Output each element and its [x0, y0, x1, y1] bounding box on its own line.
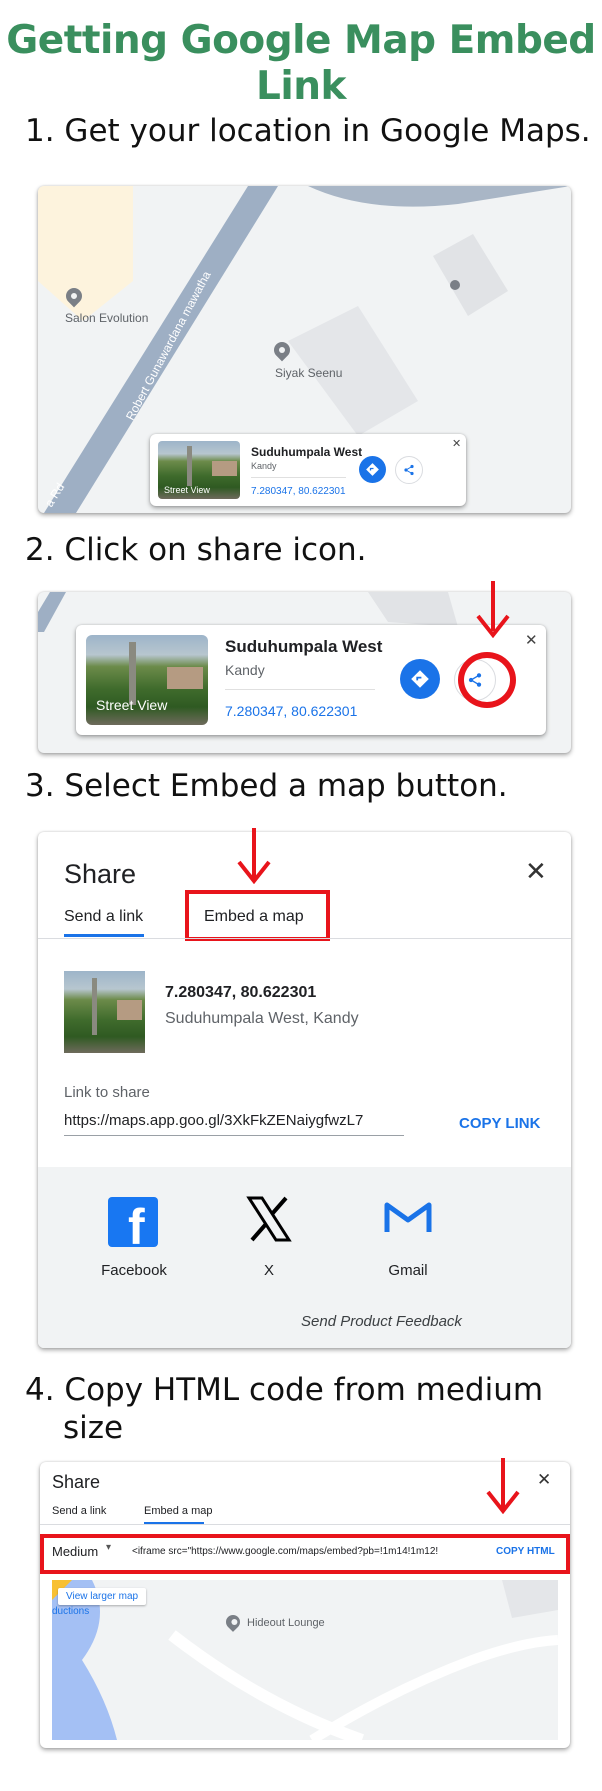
highlight-box [185, 890, 330, 941]
close-icon[interactable]: ✕ [525, 856, 547, 887]
gmail-label[interactable]: Gmail [371, 1262, 445, 1279]
road-shape [38, 592, 66, 632]
place-photo [64, 971, 145, 1053]
close-icon[interactable]: ✕ [537, 1470, 551, 1490]
chevron-down-icon[interactable]: ▾ [106, 1542, 111, 1553]
building-shape [368, 592, 458, 627]
place-area: Kandy [251, 461, 277, 471]
step-4-label-line2: size [63, 1410, 124, 1446]
x-icon[interactable] [245, 1195, 293, 1243]
step-4-label-line1: 4. Copy HTML code from medium [25, 1372, 544, 1408]
tab-embed-map[interactable]: Embed a map [144, 1505, 212, 1517]
share-link-field[interactable] [64, 1112, 404, 1136]
directions-button[interactable] [359, 456, 386, 483]
highlight-circle [458, 652, 516, 708]
building-shape [502, 1580, 558, 1618]
dialog-title: Share [64, 859, 137, 889]
tab-send-link[interactable]: Send a link [52, 1505, 106, 1517]
view-larger-map-label[interactable]: View larger map [66, 1591, 138, 1602]
copy-link-button[interactable]: COPY LINK [459, 1115, 540, 1132]
active-tab-indicator [64, 934, 144, 937]
street-view-label[interactable]: Street View [96, 697, 167, 713]
coordinates[interactable]: 7.280347, 80.622301 [225, 703, 357, 719]
share-dialog: Share ✕ Send a link Embed a map 7.280347… [38, 832, 571, 1348]
water-area [308, 186, 571, 207]
map-screenshot-1: Robert Gunawardana mawatha a Rd Salon Ev… [38, 186, 571, 513]
place-name: Suduhumpala West [251, 445, 363, 459]
gmail-icon[interactable] [384, 1199, 432, 1235]
place-area: Kandy [225, 662, 265, 678]
park-area [38, 186, 133, 321]
poi-icon[interactable] [450, 280, 460, 290]
step-2-label: 2. Click on share icon. [25, 532, 367, 568]
facebook-icon[interactable]: f [108, 1197, 158, 1247]
place-label[interactable]: Hideout Lounge [247, 1617, 325, 1629]
link-label: Link to share [64, 1084, 150, 1101]
place-label[interactable]: Siyak Seenu [275, 366, 342, 380]
coordinates[interactable]: 7.280347, 80.622301 [251, 486, 346, 497]
copy-html-button[interactable]: COPY HTML [496, 1546, 555, 1557]
share-place-name: Suduhumpala West, Kandy [165, 1010, 359, 1027]
divider [251, 477, 346, 478]
tabs-divider [38, 938, 571, 939]
directions-icon [366, 463, 379, 476]
share-footer: f Facebook X Gmail Send Product Feedback [38, 1167, 571, 1348]
tab-send-link[interactable]: Send a link [64, 908, 143, 926]
street-view-label[interactable]: Street View [164, 485, 210, 495]
arrow-down-icon [476, 614, 510, 638]
place-card-small: Street View Suduhumpala West Kandy 7.280… [150, 434, 466, 506]
road-shape [309, 1635, 558, 1740]
x-label[interactable]: X [239, 1262, 299, 1279]
step-3-label: 3. Select Embed a map button. [25, 768, 508, 804]
close-icon[interactable]: ✕ [525, 631, 538, 649]
iframe-code-field[interactable]: <iframe src="https://www.google.com/maps… [132, 1546, 438, 1557]
place-photo[interactable]: Street View [158, 441, 240, 499]
divider [225, 689, 375, 690]
place-photo[interactable]: Street View [86, 635, 208, 725]
map-edge-label: ductions [52, 1606, 90, 1617]
embed-map-preview[interactable]: View larger map ductions Hideout Lounge [52, 1580, 558, 1740]
facebook-label[interactable]: Facebook [96, 1262, 172, 1279]
building-shape [433, 234, 508, 316]
close-icon[interactable]: ✕ [452, 437, 461, 450]
page-title: Getting Google Map Embed Link [6, 18, 596, 109]
directions-icon [411, 670, 429, 688]
place-name: Suduhumpala West [225, 637, 383, 656]
tabs-divider [40, 1524, 570, 1525]
arrow-down-icon [237, 860, 271, 884]
step-1-label: 1. Get your location in Google Maps. [25, 113, 591, 149]
dialog-title: Share [52, 1472, 101, 1492]
view-larger-map-link[interactable]: View larger map [58, 1588, 147, 1605]
place-label[interactable]: Salon Evolution [65, 311, 148, 325]
size-select[interactable]: Medium [52, 1544, 98, 1559]
share-button[interactable] [395, 456, 423, 484]
share-coordinates: 7.280347, 80.622301 [165, 984, 317, 1001]
arrow-down-icon [486, 1490, 520, 1514]
feedback-link[interactable]: Send Product Feedback [301, 1313, 462, 1330]
directions-button[interactable] [400, 659, 440, 699]
share-icon [404, 464, 414, 476]
